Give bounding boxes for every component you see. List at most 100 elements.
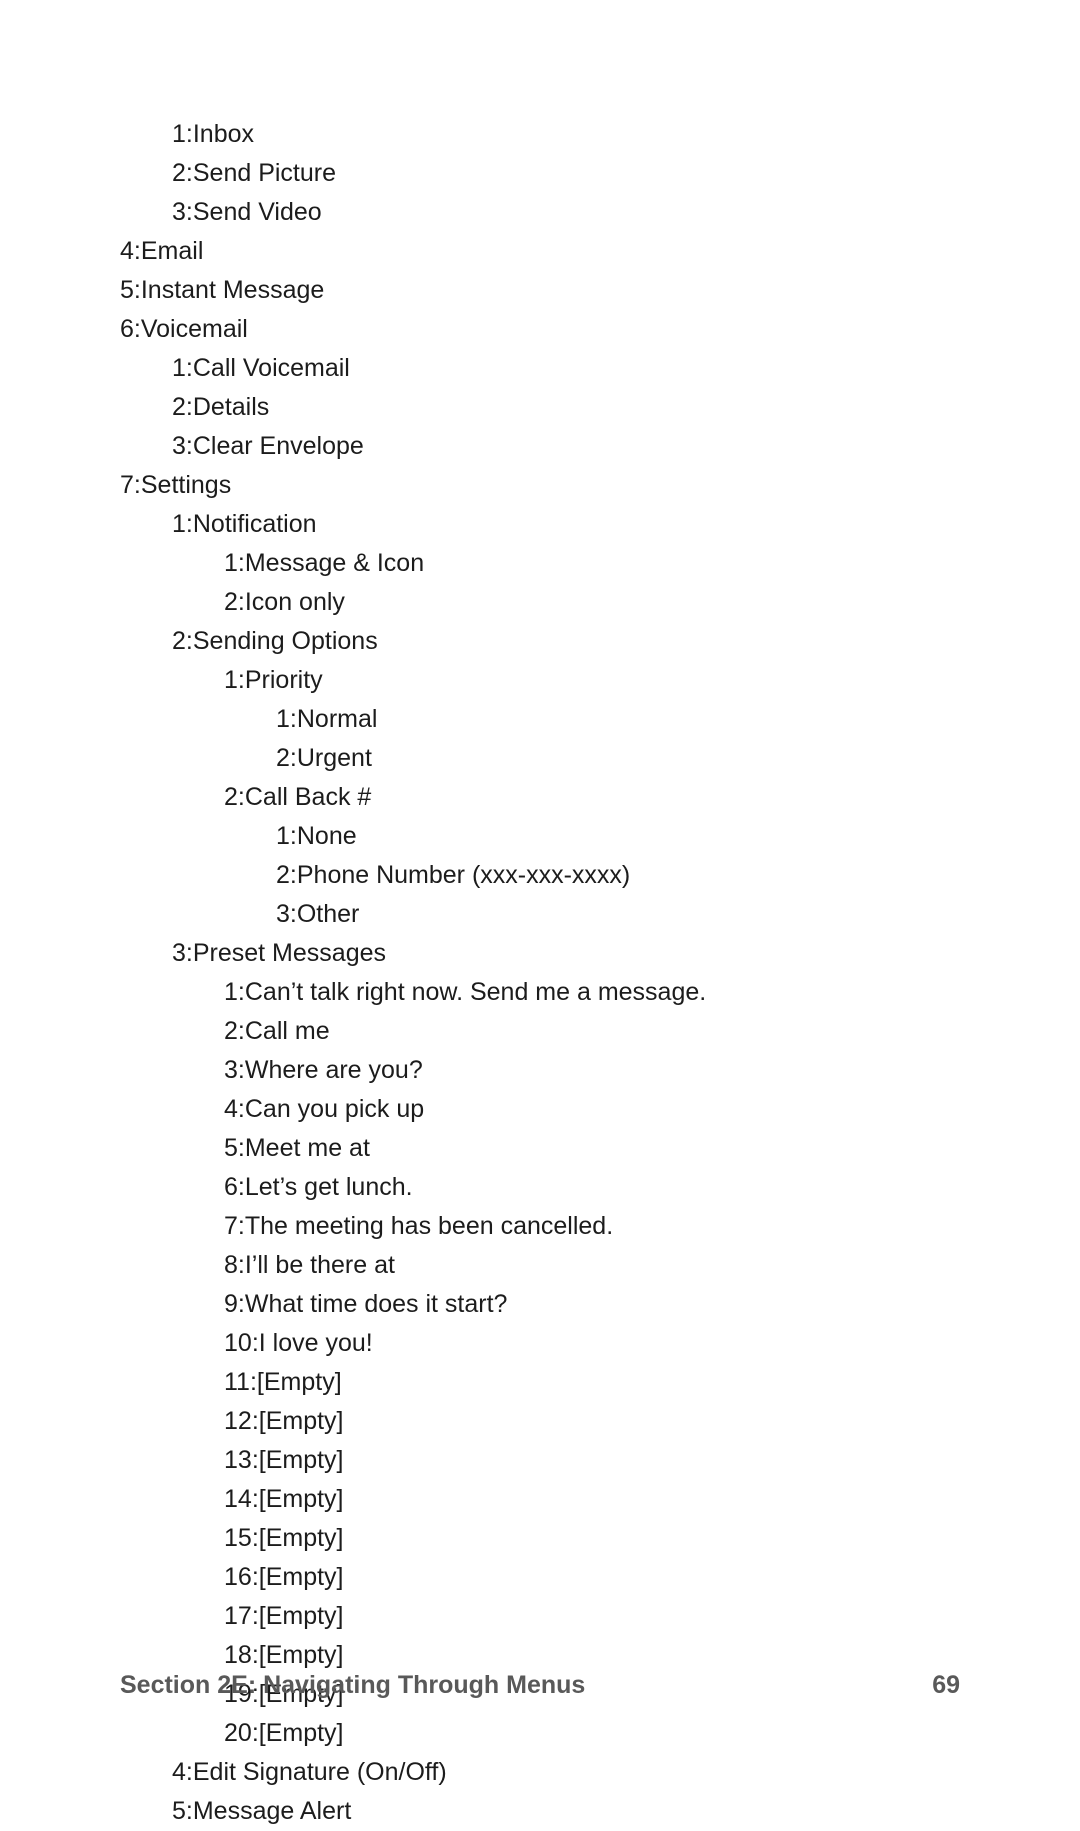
menu-item-number: 1 [276,817,290,856]
menu-row: 17: [Empty] [224,1597,960,1636]
menu-item-separator: : [134,232,141,271]
menu-item-text: [Empty] [259,1441,344,1480]
menu-item-number: 7 [120,466,134,505]
menu-item-separator: : [290,817,297,856]
menu-item-separator: : [238,661,245,700]
menu-item-number: 16 [224,1558,252,1597]
menu-item-text: Edit Signature (On/Off) [193,1753,447,1792]
menu-row: 3: Clear Envelope [172,427,960,466]
menu-item-number: 13 [224,1441,252,1480]
menu-item-text: Preset Messages [193,934,386,973]
menu-row: 4: Can you pick up [224,1090,960,1129]
menu-row: 4: Email [120,232,960,271]
menu-row: 2: Send Picture [172,154,960,193]
menu-item-number: 2 [224,583,238,622]
menu-row: 10: I love you! [224,1324,960,1363]
menu-item-number: 11 [224,1363,250,1402]
menu-item-separator: : [252,1441,259,1480]
menu-item-separator: : [186,154,193,193]
menu-item-separator: : [252,1324,259,1363]
menu-row: 11: [Empty] [224,1363,960,1402]
menu-item-separator: : [252,1558,259,1597]
menu-item-number: 9 [224,1285,238,1324]
menu-item-number: 1 [224,544,238,583]
menu-item-number: 1 [172,349,186,388]
menu-item-separator: : [290,700,297,739]
menu-item-text: [Empty] [257,1363,342,1402]
menu-item-text: [Empty] [259,1402,344,1441]
menu-item-text: Settings [141,466,231,505]
menu-item-text: Priority [245,661,323,700]
menu-row: 5: Meet me at [224,1129,960,1168]
menu-item-text: Voicemail [141,310,248,349]
menu-item-separator: : [250,1363,257,1402]
menu-item-text: Phone Number (xxx-xxx-xxxx) [297,856,630,895]
menu-item-number: 1 [276,700,290,739]
menu-row: 12: [Empty] [224,1402,960,1441]
menu-row: 6: Voicemail [120,310,960,349]
menu-item-number: 20 [224,1714,252,1753]
menu-item-number: 2 [276,856,290,895]
menu-item-number: 6 [224,1168,238,1207]
menu-item-separator: : [186,622,193,661]
menu-row: 3: Where are you? [224,1051,960,1090]
menu-item-text: Call Voicemail [193,349,350,388]
menu-item-text: Can’t talk right now. Send me a message. [245,973,706,1012]
menu-item-number: 3 [276,895,290,934]
menu-item-number: 3 [172,427,186,466]
menu-item-number: 15 [224,1519,252,1558]
menu-item-separator: : [238,1285,245,1324]
menu-item-number: 6 [120,310,134,349]
menu-item-text: What time does it start? [245,1285,508,1324]
menu-row: 18: [Empty] [224,1636,960,1675]
menu-item-number: 4 [224,1090,238,1129]
menu-item-text: Let’s get lunch. [245,1168,413,1207]
menu-item-separator: : [238,1168,245,1207]
menu-item-text: Call Back # [245,778,371,817]
menu-item-separator: : [238,973,245,1012]
menu-item-separator: : [186,1753,193,1792]
page: 1: Inbox2: Send Picture3: Send Video4: E… [0,0,1080,1800]
menu-row: 2: Details [172,388,960,427]
menu-item-separator: : [238,778,245,817]
menu-row: 4: Edit Signature (On/Off) [172,1753,960,1792]
menu-item-number: 3 [172,193,186,232]
menu-item-text: Notification [193,505,317,544]
menu-item-separator: : [238,1246,245,1285]
menu-row: 3: Other [276,895,960,934]
menu-item-text: Urgent [297,739,372,778]
menu-row: 15: [Empty] [224,1519,960,1558]
menu-item-separator: : [252,1480,259,1519]
menu-item-text: Where are you? [245,1051,423,1090]
menu-item-text: Sending Options [193,622,378,661]
menu-item-number: 1 [224,661,238,700]
menu-item-text: [Empty] [259,1636,344,1675]
menu-item-text: I’ll be there at [245,1246,395,1285]
menu-row: 7: Settings [120,466,960,505]
menu-item-separator: : [290,739,297,778]
menu-row: 14: [Empty] [224,1480,960,1519]
menu-item-separator: : [186,388,193,427]
menu-item-number: 5 [120,271,134,310]
menu-item-text: I love you! [259,1324,373,1363]
menu-item-number: 2 [172,622,186,661]
menu-item-number: 2 [172,388,186,427]
menu-item-number: 1 [224,973,238,1012]
menu-item-number: 1 [172,505,186,544]
menu-item-text: [Empty] [259,1714,344,1753]
menu-item-separator: : [186,193,193,232]
menu-item-separator: : [134,271,141,310]
menu-item-number: 8 [224,1246,238,1285]
menu-row: 5: Instant Message [120,271,960,310]
menu-item-text: [Empty] [259,1597,344,1636]
menu-row: 9: What time does it start? [224,1285,960,1324]
menu-row: 6: Let’s get lunch. [224,1168,960,1207]
menu-item-text: Icon only [245,583,345,622]
menu-row: 1: Normal [276,700,960,739]
menu-row: 2: Call Back # [224,778,960,817]
menu-item-text: Message & Icon [245,544,424,583]
menu-item-separator: : [186,349,193,388]
menu-item-text: Details [193,388,269,427]
menu-item-separator: : [252,1597,259,1636]
menu-item-separator: : [134,310,141,349]
